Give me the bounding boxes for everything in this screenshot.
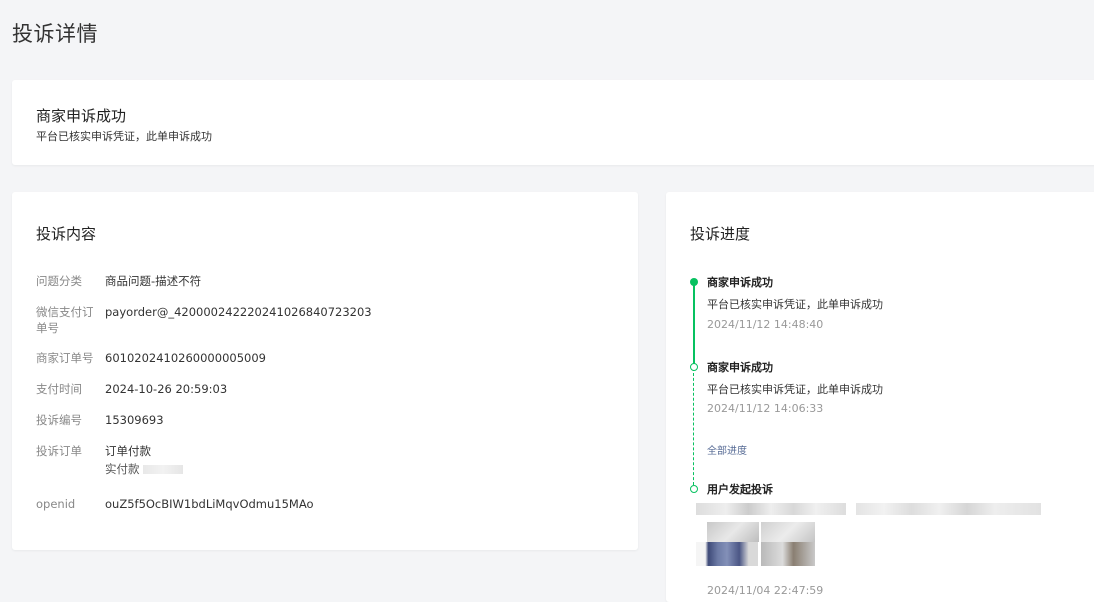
complaint-id-value: 15309693 [105,413,164,427]
complaint-order-label: 投诉订单 [36,444,82,458]
complaint-content-title: 投诉内容 [36,225,97,243]
pay-time-value: 2024-10-26 20:59:03 [105,382,228,396]
timeline-item-desc: 平台已核实申诉凭证，此单申诉成功 [707,383,883,396]
status-description: 平台已核实申诉凭证，此单申诉成功 [36,130,212,143]
paid-amount-label: 实付款 [105,462,140,476]
status-title: 商家申诉成功 [36,107,127,125]
complaint-progress-card: 投诉进度 商家申诉成功 平台已核实申诉凭证，此单申诉成功 2024/11/12 … [666,192,1094,602]
wechat-order-label: 微信支付订单号 [36,305,94,335]
redacted-amount [142,465,183,474]
complaint-order-value: 订单付款 [105,444,151,458]
status-card: 商家申诉成功 平台已核实申诉凭证，此单申诉成功 [12,80,1094,165]
wechat-order-value: payorder@_420000242220241026840723203 [105,305,372,319]
timeline-item-title: 商家申诉成功 [707,276,773,289]
timeline-item-title: 商家申诉成功 [707,361,773,374]
evidence-image[interactable] [761,542,815,566]
category-value: 商品问题-描述不符 [105,274,202,288]
paid-amount-line: 实付款 [105,461,183,477]
timeline-dot [690,363,698,371]
evidence-image[interactable] [696,542,758,566]
timeline-line [693,282,695,368]
category-label: 问题分类 [36,274,82,288]
progress-title: 投诉进度 [690,225,751,243]
evidence-image[interactable] [761,522,815,542]
timeline-item-time: 2024/11/12 14:48:40 [707,318,824,331]
merchant-order-label: 商家订单号 [36,351,94,365]
timeline-item-time: 2024/11/04 22:47:59 [707,584,824,597]
evidence-image[interactable] [707,522,759,542]
pay-time-label: 支付时间 [36,382,82,396]
timeline-item-desc: 平台已核实申诉凭证，此单申诉成功 [707,298,883,311]
page-title: 投诉详情 [12,22,98,46]
complaint-content-card: 投诉内容 问题分类 商品问题-描述不符 微信支付订单号 payorder@_42… [12,192,638,550]
timeline-dashed-line [693,368,694,490]
complaint-id-label: 投诉编号 [36,413,82,427]
timeline-dot [690,485,698,493]
all-progress-link[interactable]: 全部进度 [707,442,747,457]
openid-label: openid [36,497,76,511]
timeline-item-time: 2024/11/12 14:06:33 [707,402,824,415]
openid-value: ouZ5f5OcBIW1bdLiMqvOdmu15MAo [105,497,314,511]
timeline-item-title: 用户发起投诉 [707,483,773,496]
merchant-order-value: 6010202410260000005009 [105,351,266,365]
timeline-dot-current [690,278,698,286]
